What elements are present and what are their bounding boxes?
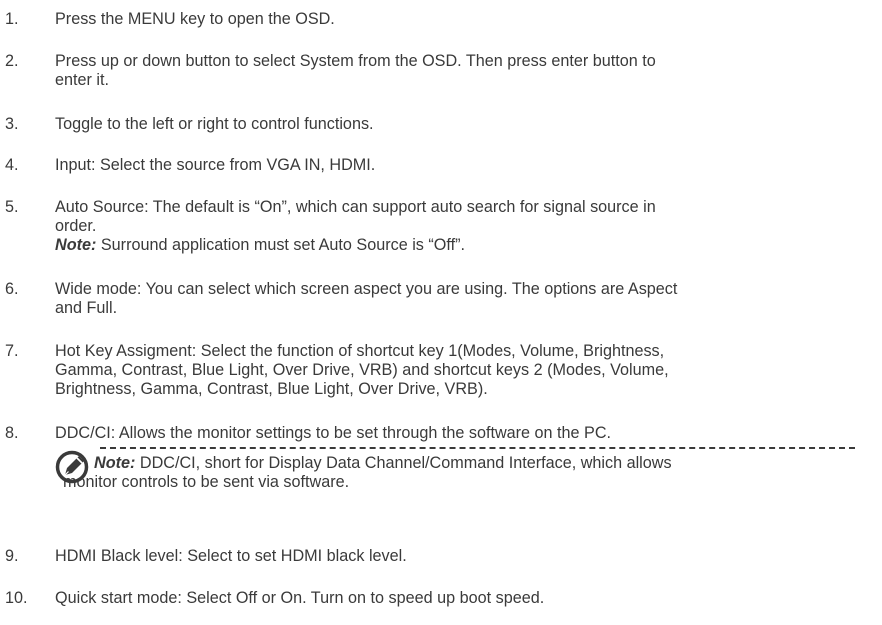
item-text: Auto Source: The default is “On”, which …: [55, 198, 855, 255]
item-text-line: Brightness, Gamma, Contrast, Blue Light,…: [55, 380, 488, 398]
item-text-line: Gamma, Contrast, Blue Light, Over Drive,…: [55, 361, 669, 379]
item-number: 7.: [5, 342, 19, 360]
note-text: DDC/CI, short for Display Data Channel/C…: [135, 454, 672, 472]
item-number: 9.: [5, 547, 19, 565]
item-text-line: Hot Key Assigment: Select the function o…: [55, 342, 665, 360]
note-block: Note: DDC/CI, short for Display Data Cha…: [0, 446, 882, 516]
item-text: DDC/CI: Allows the monitor settings to b…: [55, 424, 612, 442]
item-text: Hot Key Assigment: Select the function o…: [55, 342, 855, 399]
note-content: Note: DDC/CI, short for Display Data Cha…: [63, 454, 863, 492]
item-number: 10.: [5, 589, 28, 607]
item-number: 8.: [5, 424, 19, 442]
item-number: 3.: [5, 115, 19, 133]
note-line: monitor controls to be sent via software…: [63, 473, 350, 491]
item-text: Quick start mode: Select Off or On. Turn…: [55, 589, 545, 607]
item-number: 1.: [5, 10, 19, 28]
item-number: 2.: [5, 52, 19, 70]
note-label: Note:: [55, 236, 97, 254]
note-text: Surround application must set Auto Sourc…: [96, 236, 465, 254]
item-text: HDMI Black level: Select to set HDMI bla…: [55, 547, 407, 565]
item-text-line: enter it.: [55, 71, 109, 89]
item-text-line: Press up or down button to select System…: [55, 52, 656, 70]
item-text-line: order.: [55, 217, 97, 235]
note-line: Note: DDC/CI, short for Display Data Cha…: [63, 454, 863, 473]
item-text: Press the MENU key to open the OSD.: [55, 10, 335, 28]
note-divider: [100, 447, 855, 449]
item-text-line: Wide mode: You can select which screen a…: [55, 280, 678, 298]
note-label: Note:: [94, 454, 136, 472]
item-note: Note: Surround application must set Auto…: [55, 236, 855, 255]
item-text: Press up or down button to select System…: [55, 52, 855, 90]
item-number: 5.: [5, 198, 19, 216]
item-number: 6.: [5, 280, 19, 298]
item-text: Wide mode: You can select which screen a…: [55, 280, 855, 318]
item-text-line: and Full.: [55, 299, 118, 317]
item-text: Toggle to the left or right to control f…: [55, 115, 374, 133]
item-text: Input: Select the source from VGA IN, HD…: [55, 156, 376, 174]
item-text-line: Auto Source: The default is “On”, which …: [55, 198, 656, 216]
item-number: 4.: [5, 156, 19, 174]
